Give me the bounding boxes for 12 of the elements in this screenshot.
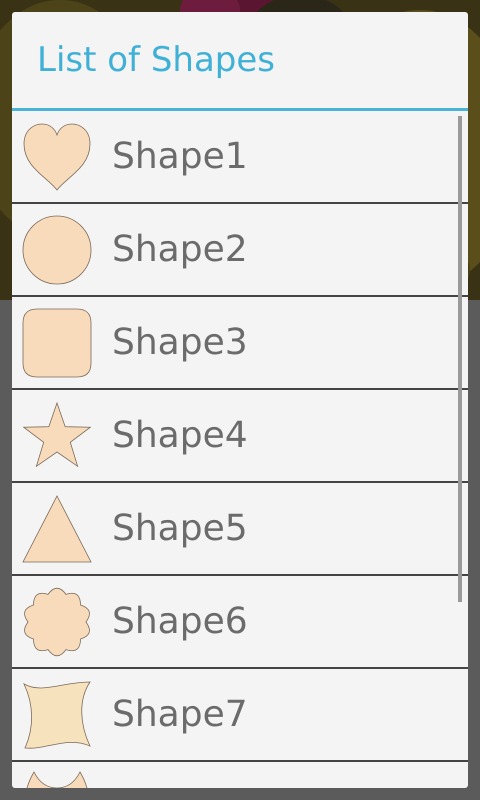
heart-icon [22, 122, 92, 192]
shape-name: Shape3 [112, 320, 248, 364]
dialog-title: List of Shapes [37, 38, 275, 82]
shape-name: Shape4 [112, 414, 248, 458]
shape-name: Shape2 [112, 228, 248, 272]
circle-icon [22, 214, 92, 284]
shape-name: Shape6 [112, 600, 248, 644]
shape-name: Shape1 [112, 134, 248, 178]
shape-name: Shape5 [112, 506, 248, 550]
shape-name: Shape7 [112, 692, 248, 736]
triangle-icon [22, 494, 92, 564]
rounded-square-icon [22, 308, 92, 378]
